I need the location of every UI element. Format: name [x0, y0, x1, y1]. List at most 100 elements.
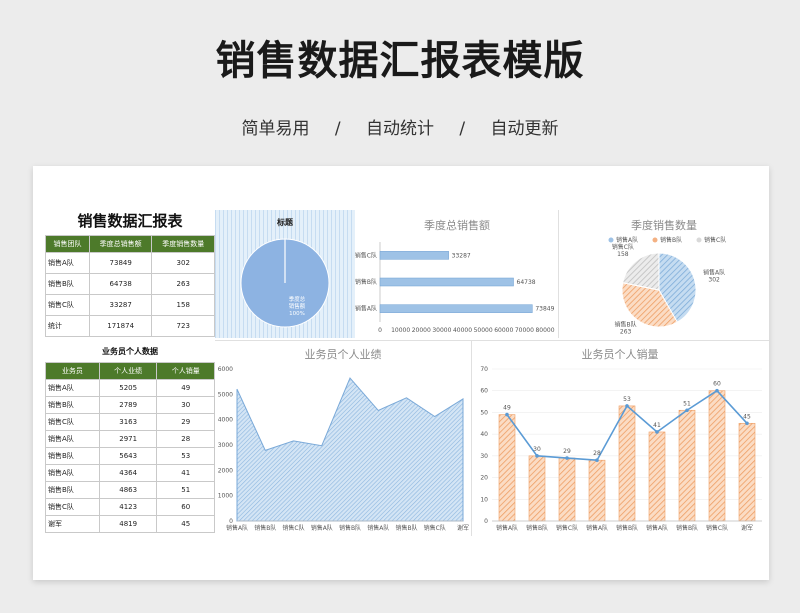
table-cell: 33287 [88, 294, 153, 316]
x-tick-label: 销售B队 [616, 524, 638, 532]
y-tick-label: 20 [480, 475, 488, 482]
y-tick-label: 1000 [218, 493, 233, 500]
x-tick-label: 销售A队 [367, 524, 389, 532]
y-tick-label: 0 [484, 518, 488, 525]
y-tick-label: 70 [480, 366, 488, 373]
table-cell: 销售A队 [45, 430, 100, 448]
area-series [236, 377, 464, 522]
x-tick-label: 谢军 [741, 524, 753, 532]
legend-marker [608, 237, 614, 243]
data-label: 100% [289, 311, 305, 317]
person-table-title: 业务员个人数据 [102, 347, 158, 356]
data-label: 45 [743, 413, 751, 420]
table-cell: 53 [156, 447, 215, 465]
separator: / [334, 119, 341, 139]
table-cell: 302 [151, 252, 215, 274]
separator: / [459, 119, 466, 139]
table-cell: 45 [156, 515, 215, 533]
chart-title: 业务员个人业绩 [305, 348, 382, 361]
chart-title: 业务员个人销量 [582, 347, 659, 361]
table-cell: 28 [156, 430, 215, 448]
x-tick-label: 80000 [535, 327, 554, 334]
table-row: 销售A队 73849 302 [45, 252, 215, 274]
table-cell: 263 [151, 273, 215, 295]
table-header-row: 销售团队 季度总销售额 季度销售数量 [45, 235, 215, 253]
category-label: 销售A队 [355, 305, 377, 313]
column-header: 季度总销售额 [88, 235, 153, 253]
table-cell: 73849 [88, 252, 153, 274]
table-cell: 销售A队 [45, 379, 100, 397]
x-tick-label: 0 [378, 327, 382, 334]
table-cell: 29 [156, 413, 215, 431]
table-cell: 销售C队 [45, 413, 100, 431]
x-tick-label: 谢军 [457, 524, 469, 532]
legend-label: 销售A队 [616, 236, 638, 244]
bar [379, 304, 533, 313]
x-tick-label: 40000 [453, 327, 472, 334]
table-cell: 2971 [98, 430, 158, 448]
table-row: 销售B队 4863 51 [45, 481, 215, 499]
table-header-row: 业务员 个人业绩 个人销量 [45, 362, 215, 380]
table-cell: 30 [156, 396, 215, 414]
data-label: 53 [623, 396, 631, 403]
summary-table-panel: 销售数据汇报表 销售团队 季度总销售额 季度销售数量 销售A队 73849 302 销… [45, 210, 215, 337]
x-tick-label: 销售B队 [339, 524, 361, 532]
table-row: 销售C队 33287 158 [45, 294, 215, 316]
table-cell: 51 [156, 481, 215, 499]
x-tick-label: 销售A队 [226, 524, 248, 532]
line-point [565, 456, 569, 460]
table-row: 销售C队 4123 60 [45, 498, 215, 516]
table-cell: 4123 [98, 498, 158, 516]
personal-performance-svg: 业务员个人业绩 0100020003000400050006000销售A队 销售B… [218, 348, 469, 532]
chart-total-sales-bar: 季度总销售额 销售C队 33287 销售B队 64738 销售A队 73849 0 10000… [355, 210, 559, 338]
y-tick-label: 4000 [218, 417, 233, 424]
chart-personal-sales: 业务员个人销量 0 10 20 30 40 50 60 70 49 销售A队 30 销售B队 29 销售C… [472, 340, 769, 536]
slice-label: 销售C队 [612, 243, 634, 251]
table-cell: 723 [151, 315, 215, 337]
legend-marker [652, 237, 658, 243]
table-cell: 销售B队 [45, 447, 100, 465]
x-tick-label: 50000 [474, 327, 493, 334]
table-cell: 2789 [98, 396, 158, 414]
tag-easy: 简单易用 [241, 119, 310, 139]
table-cell: 销售B队 [45, 481, 100, 499]
table-cell: 销售C队 [45, 294, 90, 316]
table-cell: 4364 [98, 464, 158, 482]
table-cell: 64738 [88, 273, 153, 295]
column-header: 业务员 [45, 362, 100, 380]
x-tick-label: 销售A队 [311, 524, 333, 532]
data-label: 30 [533, 446, 541, 453]
tag-auto-stats: 自动统计 [366, 119, 434, 139]
bar [498, 414, 516, 522]
y-tick-label: 50 [480, 409, 488, 416]
bar [618, 405, 636, 522]
y-tick-label: 6000 [218, 366, 233, 373]
data-label: 29 [563, 448, 571, 455]
data-label: 41 [653, 422, 661, 429]
column-header: 销售团队 [45, 235, 90, 253]
chart-title: 标题 [276, 217, 294, 227]
legend-label: 销售C队 [704, 236, 726, 244]
y-tick-label: 5000 [218, 391, 233, 398]
x-tick-label: 销售A队 [646, 524, 668, 532]
slice-value: 302 [708, 276, 720, 283]
table-cell: 销售B队 [45, 273, 90, 295]
slice-label: 销售A队 [703, 268, 725, 276]
bar [528, 455, 546, 522]
personal-sales-svg: 业务员个人销量 0 10 20 30 40 50 60 70 49 销售A队 30 销售B队 29 销售C… [480, 347, 762, 532]
data-label: 销售额 [289, 302, 306, 310]
bar [379, 277, 514, 287]
y-tick-label: 30 [480, 453, 488, 460]
x-tick-label: 销售B队 [254, 524, 276, 532]
category-label: 销售B队 [355, 278, 377, 286]
line-point [535, 454, 539, 458]
x-tick-label: 销售B队 [676, 524, 698, 532]
data-label: 49 [503, 405, 511, 412]
bar [588, 459, 606, 522]
y-tick-label: 10 [480, 496, 488, 503]
table-cell: 60 [156, 498, 215, 516]
data-label: 33287 [452, 252, 471, 259]
table-cell: 158 [151, 294, 215, 316]
y-tick-label: 60 [480, 388, 488, 395]
table-row: 销售B队 64738 263 [45, 273, 215, 295]
